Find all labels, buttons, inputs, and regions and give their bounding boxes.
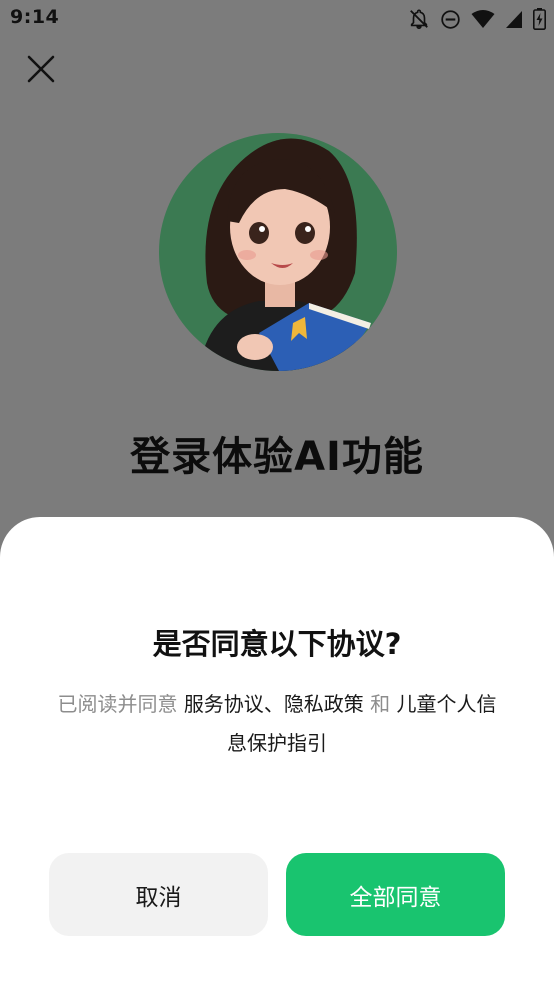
login-title: 登录体验AI功能 — [130, 434, 424, 480]
status-bar: 9:14 — [0, 0, 554, 38]
agreement-sheet: 是否同意以下协议? 已阅读并同意 服务协议、隐私政策 和 儿童个人信息保护指引 … — [0, 517, 554, 985]
close-icon — [27, 55, 55, 87]
notifications-off-icon — [408, 8, 430, 30]
avatar — [159, 133, 397, 371]
battery-charging-icon — [533, 8, 546, 30]
service-agreement-link[interactable]: 服务协议 — [184, 692, 264, 716]
dialog-text: 已阅读并同意 服务协议、隐私政策 和 儿童个人信息保护指引 — [50, 685, 504, 763]
status-icons — [408, 8, 546, 30]
status-time: 9:14 — [10, 6, 60, 28]
agreement-prefix: 已阅读并同意 — [57, 692, 184, 716]
wifi-icon — [471, 9, 495, 29]
agree-all-button[interactable]: 全部同意 — [286, 853, 505, 936]
conjunction: 和 — [363, 692, 397, 716]
close-button[interactable] — [22, 52, 60, 90]
do-not-disturb-icon — [440, 9, 461, 30]
cancel-button[interactable]: 取消 — [49, 853, 268, 936]
separator: 、 — [263, 692, 284, 716]
dialog-title: 是否同意以下协议? — [152, 627, 402, 661]
privacy-policy-link[interactable]: 隐私政策 — [284, 692, 364, 716]
signal-icon — [505, 10, 523, 29]
